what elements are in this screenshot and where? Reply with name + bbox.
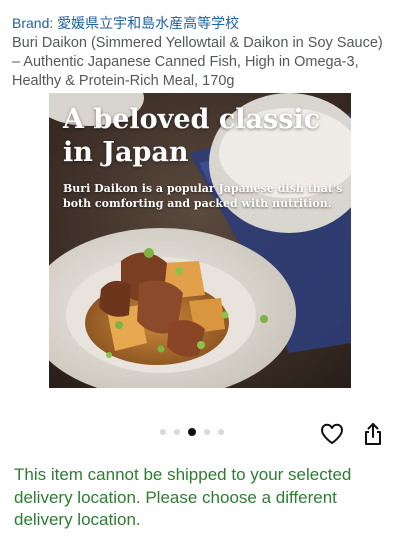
- brand-link[interactable]: Brand: 愛媛県立宇和島水産高等学校: [12, 14, 239, 33]
- share-icon: [365, 423, 381, 445]
- favorite-button[interactable]: [319, 421, 345, 447]
- carousel-dot-active[interactable]: [188, 428, 196, 436]
- product-image[interactable]: A beloved classic in Japan Buri Daikon i…: [49, 93, 351, 388]
- carousel-dot[interactable]: [174, 429, 180, 435]
- shipping-restriction-message: This item cannot be shipped to your sele…: [14, 465, 352, 529]
- carousel-indicator: [160, 428, 224, 436]
- image-headline: A beloved classic in Japan: [63, 104, 321, 168]
- carousel-dot[interactable]: [204, 429, 210, 435]
- share-button[interactable]: [360, 421, 386, 447]
- carousel-dot[interactable]: [160, 429, 166, 435]
- heart-icon: [321, 423, 343, 444]
- image-subline: Buri Daikon is a popular Japanese dish t…: [63, 182, 343, 210]
- product-title: Buri Daikon (Simmered Yellowtail & Daiko…: [12, 35, 383, 89]
- carousel-dot[interactable]: [218, 429, 224, 435]
